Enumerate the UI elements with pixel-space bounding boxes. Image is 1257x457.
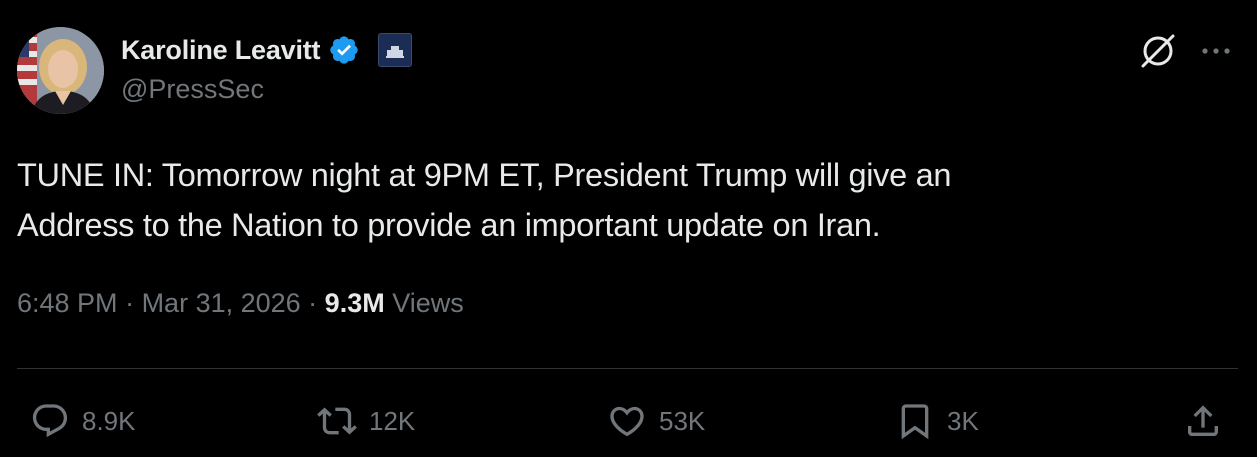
- tweet-meta: 6:48 PM · Mar 31, 2026 · 9.3M Views: [17, 288, 464, 319]
- like-count: 53K: [659, 405, 706, 436]
- bookmark-icon: [901, 404, 929, 440]
- more-icon[interactable]: [1197, 36, 1235, 66]
- views-count[interactable]: 9.3M: [325, 288, 385, 318]
- author-display-name[interactable]: Karoline Leavitt: [121, 35, 321, 66]
- tweet: Karoline Leavitt @PressSec TUNE IN: Tomo…: [0, 0, 1257, 457]
- bookmark-count: 3K: [947, 405, 979, 436]
- reply-count: 8.9K: [82, 405, 136, 436]
- author-handle[interactable]: @PressSec: [121, 74, 264, 105]
- repost-button[interactable]: 12K: [317, 398, 415, 444]
- tweet-text: TUNE IN: Tomorrow night at 9PM ET, Presi…: [17, 157, 952, 243]
- reply-icon: [32, 404, 68, 438]
- heart-icon: [610, 406, 644, 437]
- verified-badge-icon[interactable]: [328, 34, 360, 66]
- share-icon: [1188, 405, 1218, 436]
- author-name-row: Karoline Leavitt: [121, 30, 413, 70]
- meta-separator: ·: [300, 288, 325, 318]
- avatar[interactable]: [17, 27, 104, 114]
- repost-icon: [317, 407, 357, 435]
- tweet-time[interactable]: 6:48 PM: [17, 288, 118, 318]
- tweet-date[interactable]: Mar 31, 2026: [142, 288, 301, 318]
- divider: [17, 368, 1238, 369]
- reply-button[interactable]: 8.9K: [30, 398, 136, 444]
- repost-count: 12K: [369, 405, 416, 436]
- meta-separator: ·: [117, 288, 142, 318]
- white-house-affiliation-badge[interactable]: [378, 33, 413, 67]
- share-button[interactable]: [1183, 398, 1223, 444]
- grok-icon[interactable]: [1138, 31, 1178, 71]
- views-label: Views: [384, 288, 464, 318]
- like-button[interactable]: 53K: [607, 398, 705, 444]
- bookmark-button[interactable]: 3K: [895, 398, 979, 444]
